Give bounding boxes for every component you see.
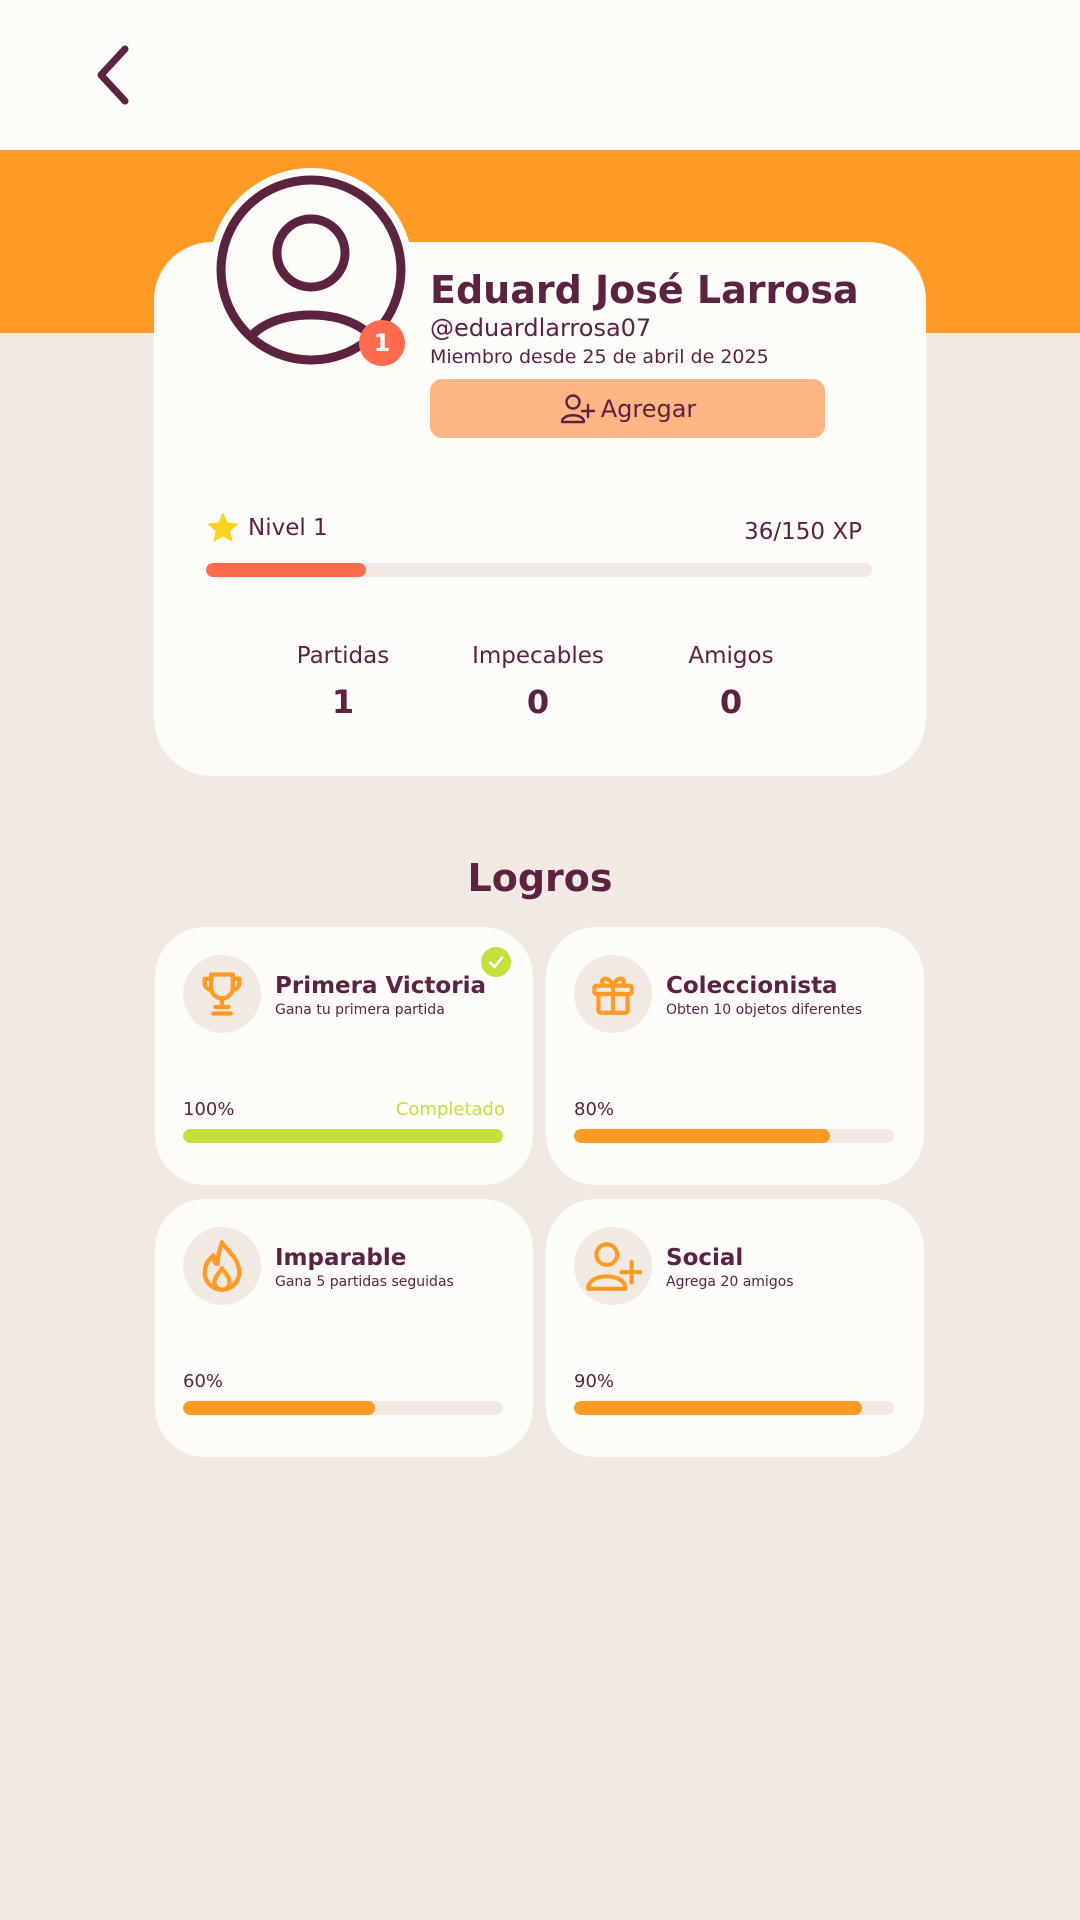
achievement-description: Obten 10 objetos diferentes [666, 1002, 862, 1018]
profile-handle: @eduardlarrosa07 [430, 314, 652, 342]
achievement-title: Imparable [275, 1245, 407, 1271]
achievement-icon-wrap [183, 1227, 261, 1305]
user-plus-icon [560, 393, 595, 423]
achievement-description: Agrega 20 amigos [666, 1274, 794, 1290]
achievement-icon-wrap [574, 955, 652, 1033]
achievement-progress-fill [183, 1401, 375, 1415]
xp-progress-bar [206, 563, 872, 577]
achievement-card-social[interactable]: Social Agrega 20 amigos 90% [546, 1199, 924, 1457]
profile-name: Eduard José Larrosa [430, 268, 859, 312]
level-badge: 1 [359, 320, 405, 366]
achievement-title: Social [666, 1245, 744, 1271]
achievement-card-primera-victoria[interactable]: Primera Victoria Gana tu primera partida… [155, 927, 533, 1185]
achievement-description: Gana 5 partidas seguidas [275, 1274, 454, 1290]
stat-label: Partidas [296, 643, 390, 669]
achievement-title: Coleccionista [666, 973, 838, 999]
achievement-status: Completado [395, 1099, 505, 1120]
xp-text: 36/150 XP [744, 519, 862, 545]
stat-value: 0 [719, 683, 743, 721]
add-friend-button[interactable]: Agregar [430, 379, 825, 438]
add-friend-label: Agregar [600, 394, 697, 423]
stat-impecables: Impecables 0 [448, 643, 628, 721]
achievement-progress-fill [574, 1129, 830, 1143]
achievement-progress-bar [574, 1401, 894, 1415]
achievement-title: Primera Victoria [275, 973, 486, 999]
achievement-percent: 100% [183, 1099, 235, 1120]
trophy-icon [202, 972, 242, 1016]
achievement-description: Gana tu primera partida [275, 1002, 445, 1018]
achievement-percent: 60% [183, 1371, 224, 1392]
achievement-icon-wrap [574, 1227, 652, 1305]
top-bar [0, 0, 1080, 150]
achievement-progress-bar [183, 1129, 503, 1143]
achievement-progress-bar [183, 1401, 503, 1415]
achievement-percent: 80% [574, 1099, 615, 1120]
stat-label: Amigos [688, 643, 774, 669]
stat-partidas: Partidas 1 [253, 643, 433, 721]
achievement-icon-wrap [183, 955, 261, 1033]
flame-icon [202, 1240, 242, 1292]
achievement-percent: 90% [574, 1371, 615, 1392]
star-icon [208, 513, 238, 542]
stat-label: Impecables [472, 643, 604, 669]
achievement-progress-bar [574, 1129, 894, 1143]
stat-value: 1 [331, 683, 355, 721]
user-plus-icon [586, 1242, 642, 1291]
achievement-card-imparable[interactable]: Imparable Gana 5 partidas seguidas 60% [155, 1199, 533, 1457]
back-button[interactable] [80, 30, 150, 120]
xp-progress-fill [206, 563, 366, 577]
stat-value: 0 [526, 683, 550, 721]
level-row: Nivel 1 36/150 XP [206, 511, 872, 551]
achievement-card-coleccionista[interactable]: Coleccionista Obten 10 objetos diferente… [546, 927, 924, 1185]
achievements-title: Logros [467, 856, 613, 900]
chevron-left-icon [97, 45, 129, 105]
stat-amigos: Amigos 0 [641, 643, 821, 721]
achievement-progress-fill [183, 1129, 503, 1143]
gift-icon [592, 976, 634, 1015]
member-since: Miembro desde 25 de abril de 2025 [430, 346, 769, 368]
achievement-progress-fill [574, 1401, 862, 1415]
level-label: Nivel 1 [248, 515, 328, 541]
